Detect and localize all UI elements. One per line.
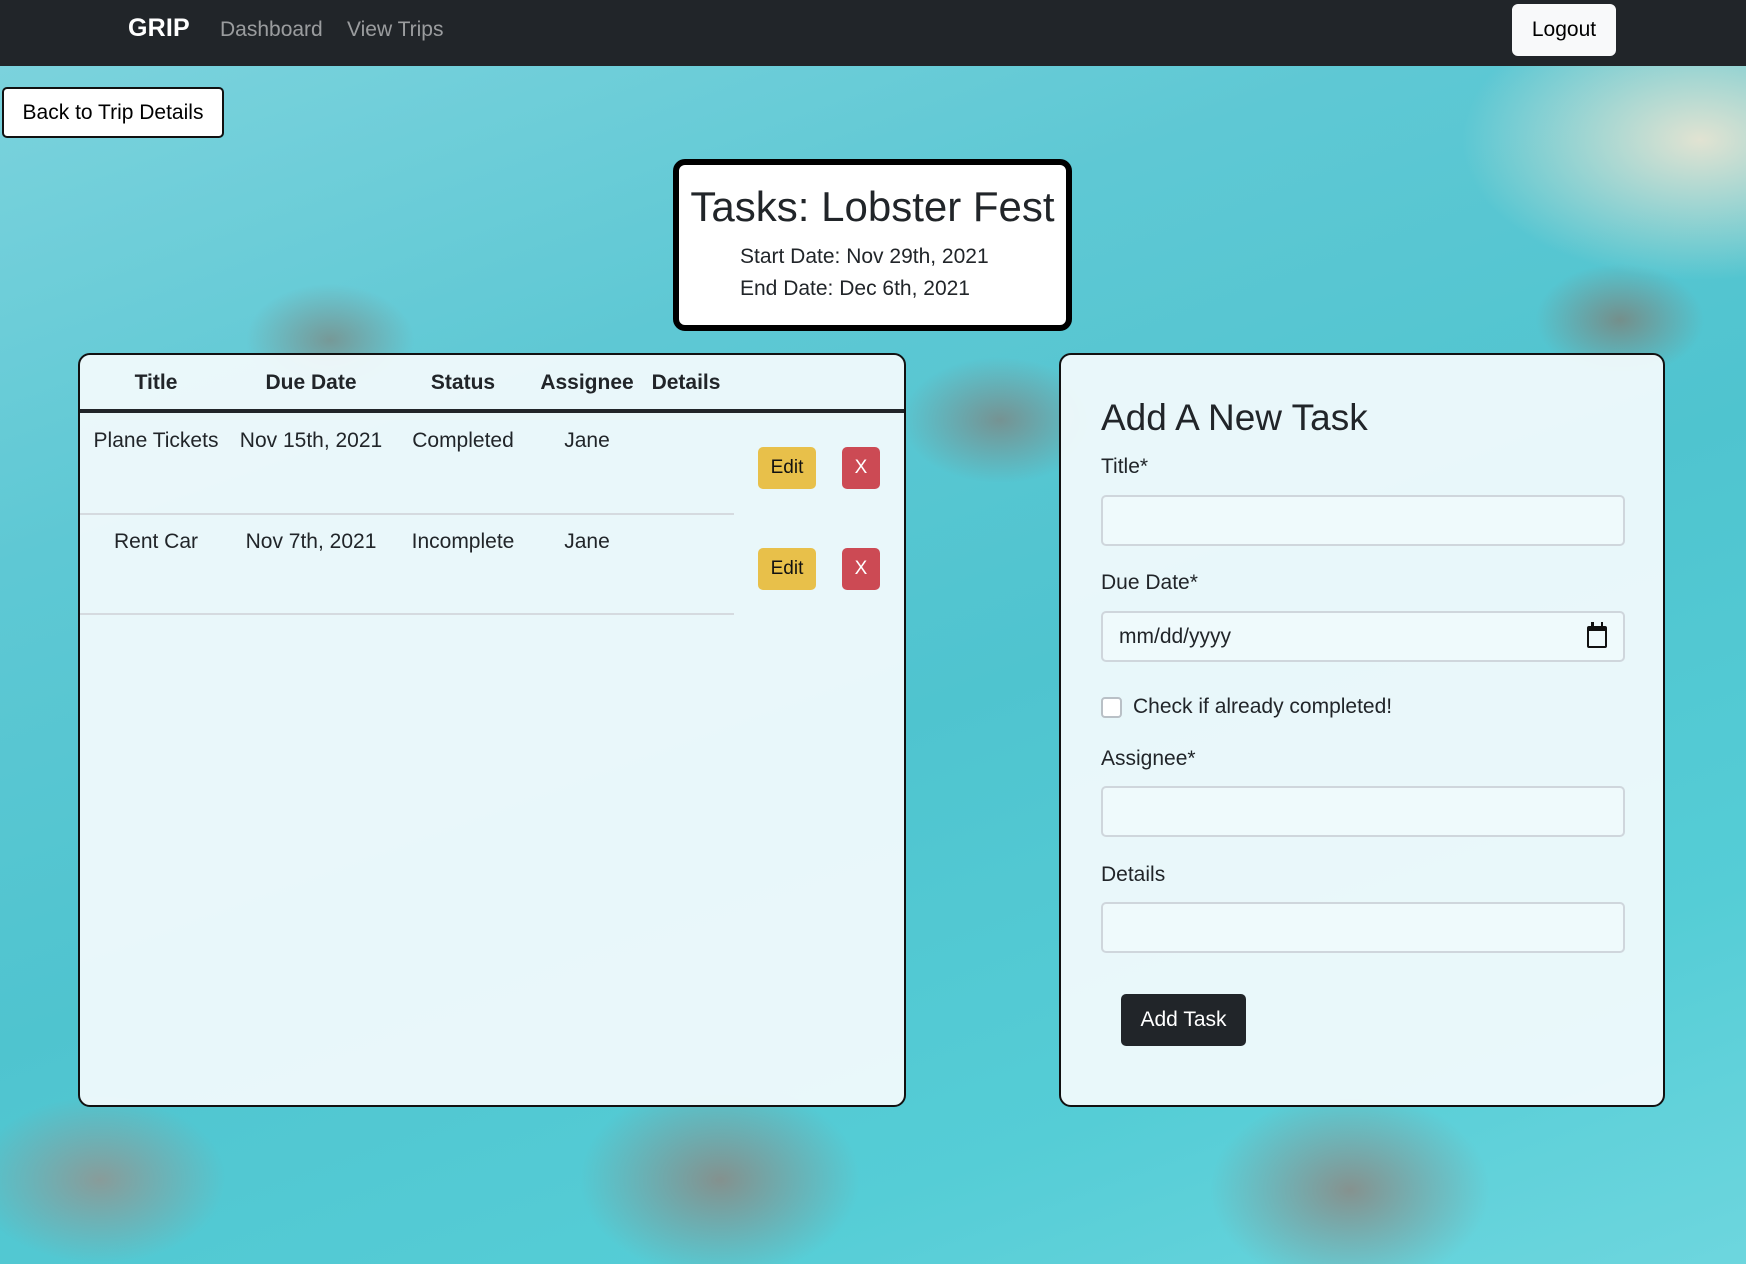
- logout-button[interactable]: Logout: [1512, 4, 1616, 56]
- task-assignee: Jane: [564, 429, 610, 452]
- due-date-label: Due Date*: [1101, 571, 1198, 594]
- column-header-due-date: Due Date: [265, 371, 357, 394]
- task-due-date: Nov 7th, 2021: [245, 530, 377, 553]
- task-title: Plane Tickets: [93, 429, 219, 452]
- column-header-details: Details: [651, 371, 721, 394]
- column-header-title: Title: [134, 371, 178, 394]
- delete-task-button[interactable]: X: [842, 447, 880, 489]
- completed-checkbox-label[interactable]: Check if already completed!: [1133, 695, 1392, 719]
- task-status: Incomplete: [411, 530, 515, 553]
- add-task-form: Add A New Task Title* Due Date* mm/dd/yy…: [1059, 353, 1665, 1107]
- column-header-status: Status: [430, 371, 496, 394]
- assignee-label: Assignee*: [1101, 747, 1196, 770]
- row-divider: [80, 513, 734, 515]
- title-label: Title*: [1101, 455, 1149, 478]
- trip-start-date: Start Date: Nov 29th, 2021: [740, 245, 989, 268]
- row-divider: [80, 613, 734, 615]
- top-navbar: GRIP Dashboard View Trips Logout: [0, 0, 1746, 66]
- details-label: Details: [1101, 863, 1166, 886]
- completed-checkbox-row: Check if already completed!: [1101, 695, 1392, 719]
- back-to-trip-details-button[interactable]: Back to Trip Details: [2, 87, 224, 138]
- tasks-table-panel: Title Due Date Status Assignee Details P…: [78, 353, 906, 1107]
- add-task-button[interactable]: Add Task: [1121, 994, 1246, 1046]
- completed-checkbox[interactable]: [1101, 696, 1122, 718]
- task-assignee: Jane: [564, 530, 610, 553]
- trip-title-card: Tasks: Lobster Fest Start Date: Nov 29th…: [673, 159, 1072, 331]
- trip-end-date: End Date: Dec 6th, 2021: [740, 277, 970, 300]
- details-input[interactable]: [1101, 902, 1625, 953]
- task-due-date: Nov 15th, 2021: [239, 429, 383, 452]
- brand-logo[interactable]: GRIP: [128, 14, 190, 43]
- page-title: Tasks: Lobster Fest: [690, 183, 1055, 230]
- assignee-input[interactable]: [1101, 786, 1625, 837]
- edit-task-button[interactable]: Edit: [758, 447, 816, 489]
- calendar-icon[interactable]: [1587, 621, 1607, 648]
- table-header-divider: [80, 409, 904, 413]
- task-title: Rent Car: [113, 530, 199, 553]
- task-status: Completed: [412, 429, 514, 452]
- delete-task-button[interactable]: X: [842, 548, 880, 590]
- nav-link-view-trips[interactable]: View Trips: [347, 18, 443, 42]
- title-input[interactable]: [1101, 495, 1625, 546]
- due-date-input[interactable]: mm/dd/yyyy: [1101, 611, 1625, 662]
- nav-link-dashboard[interactable]: Dashboard: [220, 18, 323, 42]
- column-header-assignee: Assignee: [540, 371, 634, 394]
- form-title: Add A New Task: [1101, 397, 1368, 438]
- due-date-placeholder: mm/dd/yyyy: [1119, 624, 1232, 648]
- edit-task-button[interactable]: Edit: [758, 548, 816, 590]
